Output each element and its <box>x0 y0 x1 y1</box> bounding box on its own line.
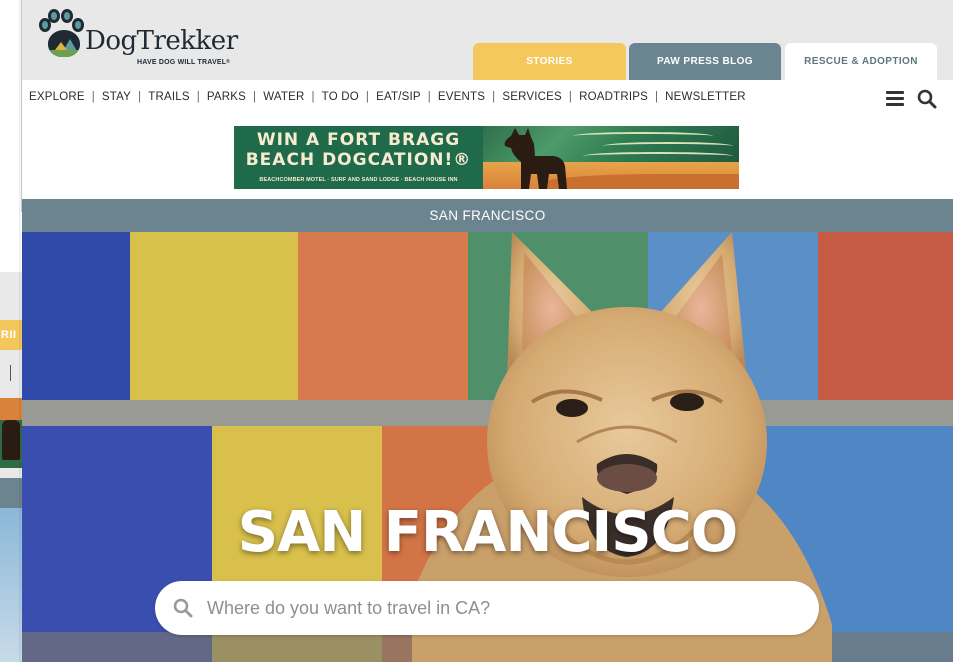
tab-rescue-adoption[interactable]: RESCUE & ADOPTION <box>785 43 937 80</box>
destination-search-input[interactable] <box>207 590 797 626</box>
hero-banner: SAN FRANCISCO <box>22 232 953 662</box>
paw-pad-icon <box>48 30 80 57</box>
nav-item-services[interactable]: SERVICES <box>502 91 562 103</box>
background-window: ORII <box>0 0 22 662</box>
nav-separator: | <box>311 91 315 103</box>
search-icon <box>173 598 193 618</box>
search-icon[interactable] <box>917 89 937 109</box>
dogtrekker-logo[interactable]: DogTrekker HAVE DOG WILL TRAVEL® <box>34 6 244 68</box>
site-header: DogTrekker HAVE DOG WILL TRAVEL® STORIES… <box>22 0 953 80</box>
nav-item-parks[interactable]: PARKS <box>207 91 246 103</box>
nav-item-roadtrips[interactable]: ROADTRIPS <box>579 91 648 103</box>
paw-toe-icon <box>61 9 73 23</box>
hero-title: SAN FRANCISCO <box>237 500 739 565</box>
nav-items: EXPLORE | STAY | TRAILS | PARKS | WATER … <box>29 91 746 103</box>
nav-separator: | <box>253 91 257 103</box>
nav-separator: | <box>138 91 142 103</box>
nav-separator: | <box>196 91 200 103</box>
nav-item-explore[interactable]: EXPLORE <box>29 91 85 103</box>
tagline-trademark: ® <box>226 59 231 65</box>
nav-separator: | <box>654 91 659 103</box>
ad-text-panel: WIN A FORT BRAGG BEACH DOGCATION!® BEACH… <box>234 126 483 189</box>
nav-item-stay[interactable]: STAY <box>102 91 131 103</box>
tab-stories-label: STORIES <box>526 56 573 67</box>
destination-search-box[interactable] <box>155 581 819 635</box>
nav-item-water[interactable]: WATER <box>263 91 304 103</box>
nav-item-to-do[interactable]: TO DO <box>322 91 359 103</box>
paw-toe-icon <box>48 9 60 23</box>
ad-headline-2: BEACH DOGCATION!® <box>245 150 472 170</box>
nav-separator: | <box>91 91 95 103</box>
ad-sponsors: BEACHCOMBER MOTEL · SURF AND SAND LODGE … <box>259 177 458 183</box>
brand-name: DogTrekker <box>85 26 238 56</box>
paw-toe-icon <box>72 18 84 32</box>
tab-paw-press-blog[interactable]: PAW PRESS BLOG <box>629 43 781 80</box>
tab-stories[interactable]: STORIES <box>473 43 626 80</box>
nav-item-newsletter[interactable]: NEWSLETTER <box>665 91 746 103</box>
nav-separator: | <box>427 91 431 103</box>
main-nav: EXPLORE | STAY | TRAILS | PARKS | WATER … <box>22 80 953 117</box>
dog-silhouette-icon <box>504 128 567 189</box>
ad-banner[interactable]: WIN A FORT BRAGG BEACH DOGCATION!® BEACH… <box>234 126 739 189</box>
ad-headline-1: WIN A FORT BRAGG <box>256 130 461 150</box>
nav-separator: | <box>568 91 573 103</box>
nav-item-events[interactable]: EVENTS <box>438 91 485 103</box>
tab-rescue-label: RESCUE & ADOPTION <box>804 56 918 67</box>
hamburger-menu-icon[interactable] <box>886 91 904 106</box>
nav-separator: | <box>492 91 496 103</box>
ad-illustration <box>483 126 739 189</box>
nav-item-eat-sip[interactable]: EAT/SIP <box>376 91 421 103</box>
section-title: SAN FRANCISCO <box>429 208 546 223</box>
brand-tagline: HAVE DOG WILL TRAVEL® <box>137 59 231 66</box>
browser-window: DogTrekker HAVE DOG WILL TRAVEL® STORIES… <box>22 0 953 662</box>
nav-separator: | <box>365 91 370 103</box>
nav-item-trails[interactable]: TRAILS <box>148 91 189 103</box>
section-title-bar: SAN FRANCISCO <box>22 199 953 232</box>
tab-blog-label: PAW PRESS BLOG <box>657 56 753 67</box>
background-tab-label: ORII <box>0 329 17 341</box>
background-nav-separator <box>10 365 11 381</box>
